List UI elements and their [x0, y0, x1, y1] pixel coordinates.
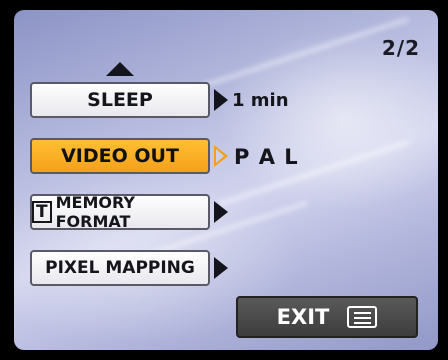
background-streak [198, 16, 410, 90]
exit-button[interactable]: EXIT [236, 296, 418, 338]
up-arrow-icon[interactable] [106, 62, 134, 76]
sleep-value: 1 min [232, 90, 289, 111]
right-arrow-icon[interactable] [214, 257, 228, 279]
memory-card-icon: T [32, 201, 52, 223]
menu-item-sleep[interactable]: SLEEP [30, 82, 210, 118]
menu-item-pixel-mapping[interactable]: PIXEL MAPPING [30, 250, 210, 286]
menu-item-label: MEMORY FORMAT [55, 193, 136, 231]
camera-lcd-screen: 2/2 SLEEP 1 min VIDEO OUT P A L T MEMORY… [14, 10, 438, 350]
menu-item-video-out[interactable]: VIDEO OUT [30, 138, 210, 174]
right-arrow-icon[interactable] [214, 89, 228, 111]
right-arrow-icon[interactable] [214, 145, 228, 167]
menu-item-label: VIDEO OUT [61, 145, 179, 167]
menu-item-label: PIXEL MAPPING [45, 258, 195, 278]
menu-item-label: SLEEP [87, 89, 153, 111]
right-arrow-icon[interactable] [214, 201, 228, 223]
video-out-value: P A L [234, 145, 299, 169]
page-indicator: 2/2 [381, 36, 420, 60]
exit-label: EXIT [276, 305, 330, 329]
menu-item-memory-format[interactable]: T MEMORY FORMAT [30, 193, 210, 231]
menu-list-icon [347, 306, 378, 328]
